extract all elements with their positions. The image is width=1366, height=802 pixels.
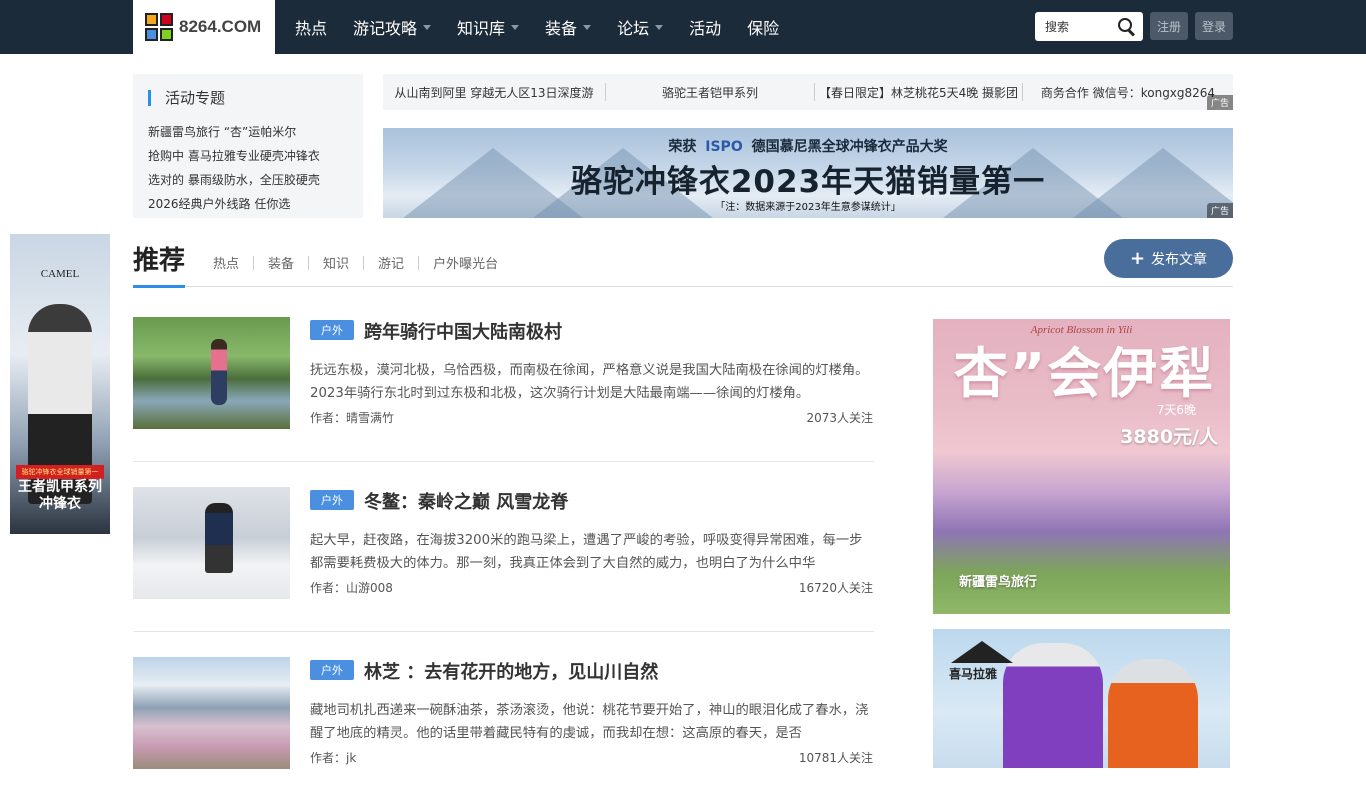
article-author: 作者：晴雪满竹 bbox=[310, 411, 395, 425]
article-title[interactable]: 跨年骑行中国大陆南极村 bbox=[364, 318, 562, 344]
chevron-down-icon bbox=[511, 24, 520, 30]
search-box bbox=[1035, 12, 1143, 41]
article-item: 户外 林芝 ：去有花开的地方，见山川自然 藏地司机扎西递来一碗酥油茶，茶汤滚烫，… bbox=[133, 657, 874, 802]
chevron-down-icon bbox=[655, 24, 664, 30]
tab-knowledge[interactable]: 知识 bbox=[309, 253, 363, 272]
search-icon[interactable] bbox=[1118, 18, 1135, 35]
recommend-section-header: 推荐 热点 装备 知识 游记 户外曝光台 + 发布文章 bbox=[133, 236, 1233, 288]
ad-label: 广告 bbox=[1206, 95, 1233, 110]
article-summary: 抚远东极，漠河北极，乌恰西极，而南极在徐闻，严格意义说是我国大陆南极在徐闻的灯楼… bbox=[310, 363, 869, 401]
banner-advertisement[interactable]: 荣获 ISPO 德国慕尼黑全球冲锋衣产品大奖 骆驼冲锋衣2023年天猫销量第一 … bbox=[383, 128, 1233, 218]
nav-item-gear[interactable]: 装备 bbox=[532, 15, 604, 39]
article-followers: 2073人关注 bbox=[806, 411, 873, 425]
nav-item-insurance[interactable]: 保险 bbox=[734, 15, 792, 39]
category-badge[interactable]: 户外 bbox=[310, 320, 354, 340]
nav-label: 装备 bbox=[545, 19, 578, 38]
banner-award-text: 德国慕尼黑全球冲锋衣产品大奖 bbox=[751, 139, 948, 155]
ad-price: 3880元/人 bbox=[1120, 426, 1218, 448]
chevron-down-icon bbox=[423, 24, 432, 30]
activity-link[interactable]: 2026经典户外线路 任你选 bbox=[148, 192, 348, 216]
nav-label: 论坛 bbox=[617, 19, 650, 38]
activity-link[interactable]: 抢购中 喜马拉雅专业硬壳冲锋衣 bbox=[148, 144, 348, 168]
register-button[interactable]: 注册 bbox=[1150, 12, 1188, 40]
nav-item-events[interactable]: 活动 bbox=[676, 15, 734, 39]
right-advertisement-travel[interactable]: Apricot Blossom in Yili 杏”会伊犁 7天6晚 3880元… bbox=[933, 319, 1230, 614]
publish-article-button[interactable]: + 发布文章 bbox=[1104, 239, 1233, 278]
activity-link[interactable]: 选对的 暴雨级防水，全压胶硬壳 bbox=[148, 168, 348, 192]
article-author: 作者：jk bbox=[310, 751, 357, 765]
activity-topics-box: 活动专题 新疆雷鸟旅行 “杏”运帕米尔 抢购中 喜马拉雅专业硬壳冲锋衣 选对的 … bbox=[133, 74, 363, 218]
banner-award-line: 荣获 ISPO 德国慕尼黑全球冲锋衣产品大奖 bbox=[383, 136, 1233, 156]
divider bbox=[133, 631, 874, 632]
article-item: 户外 冬鳌：秦岭之巅 风雪龙脊 起大早，赶夜路，在海拔3200米的跑马梁上，遭遇… bbox=[133, 487, 874, 632]
article-summary: 藏地司机扎西递来一碗酥油茶，茶汤滚烫，他说：桃花节要开始了，神山的眼泪化成了春水… bbox=[310, 703, 869, 741]
article-summary: 起大早，赶夜路，在海拔3200米的跑马梁上，遭遇了严峻的考验，呼吸变得异常困难，… bbox=[310, 533, 863, 571]
recommend-tabs: 热点 装备 知识 游记 户外曝光台 bbox=[213, 253, 512, 272]
ad-brand: 新疆雷鸟旅行 bbox=[959, 575, 1038, 590]
login-button[interactable]: 登录 bbox=[1195, 12, 1233, 40]
category-badge[interactable]: 户外 bbox=[310, 490, 354, 510]
ad-model-image bbox=[1108, 659, 1198, 768]
right-advertisement-gear[interactable]: 喜马拉雅 bbox=[933, 629, 1230, 768]
mountain-logo-icon bbox=[951, 641, 1013, 663]
nav-item-knowledge[interactable]: 知识库 bbox=[444, 15, 532, 39]
article-title[interactable]: 林芝 ：去有花开的地方，见山川自然 bbox=[364, 658, 658, 684]
main-nav: 热点 游记攻略 知识库 装备 论坛 活动 保险 bbox=[282, 0, 792, 54]
ticker-link[interactable]: 商务合作 微信号：kongxg8264 bbox=[1023, 84, 1233, 101]
ad-duration: 7天6晚 bbox=[1156, 403, 1196, 417]
tab-travelogue[interactable]: 游记 bbox=[364, 253, 418, 272]
ad-brand: 喜马拉雅 bbox=[949, 667, 998, 681]
top-navigation-bar: 8264.COM 热点 游记攻略 知识库 装备 论坛 活动 保险 注册 登录 bbox=[0, 0, 1366, 54]
search-input[interactable] bbox=[1045, 19, 1109, 34]
ad-label: 广告 bbox=[1206, 203, 1233, 218]
site-logo[interactable]: 8264.COM bbox=[133, 0, 275, 54]
section-title: 推荐 bbox=[133, 240, 186, 288]
article-thumbnail[interactable] bbox=[133, 487, 290, 599]
divider bbox=[133, 461, 874, 462]
nav-label: 游记攻略 bbox=[353, 19, 418, 38]
nav-label: 知识库 bbox=[457, 19, 506, 38]
tab-exposure[interactable]: 户外曝光台 bbox=[419, 253, 512, 272]
nav-label: 活动 bbox=[689, 19, 722, 38]
banner-award-prefix: 荣获 bbox=[668, 139, 697, 155]
ad-brand-text: CAMEL bbox=[40, 268, 80, 280]
tab-hot[interactable]: 热点 bbox=[213, 253, 253, 272]
article-author: 作者：山游008 bbox=[310, 581, 393, 595]
article-thumbnail[interactable] bbox=[133, 317, 290, 429]
activity-title: 活动专题 bbox=[148, 90, 348, 106]
side-advertisement[interactable]: CAMEL 骆驼冲锋衣全球销量第一 王者凯甲系列 冲锋衣 bbox=[10, 234, 110, 534]
article-followers: 16720人关注 bbox=[798, 581, 873, 595]
publish-label: 发布文章 bbox=[1151, 251, 1208, 268]
article-item: 户外 跨年骑行中国大陆南极村 抚远东极，漠河北极，乌恰西极，而南极在徐闻，严格意… bbox=[133, 317, 874, 462]
nav-item-hot[interactable]: 热点 bbox=[282, 15, 340, 39]
ad-link-ticker: 从山南到阿里 穿越无人区13日深度游 骆驼王者铠甲系列 【春日限定】林芝桃花5天… bbox=[383, 74, 1233, 110]
nav-item-forum[interactable]: 论坛 bbox=[604, 15, 676, 39]
nav-label: 保险 bbox=[747, 19, 780, 38]
ad-model-image bbox=[1003, 643, 1103, 768]
article-thumbnail[interactable] bbox=[133, 657, 290, 769]
plus-icon: + bbox=[1129, 248, 1146, 269]
nav-label: 热点 bbox=[295, 19, 328, 38]
ticker-link[interactable]: 从山南到阿里 穿越无人区13日深度游 bbox=[383, 84, 605, 101]
banner-note: 「注：数据来源于2023年生意参谋统计」 bbox=[715, 202, 901, 213]
chevron-down-icon bbox=[583, 24, 592, 30]
ad-subheadline: 冲锋衣 bbox=[39, 496, 81, 512]
ad-headline: 杏”会伊犁 bbox=[953, 342, 1216, 405]
category-badge[interactable]: 户外 bbox=[310, 660, 354, 680]
tab-gear[interactable]: 装备 bbox=[254, 253, 308, 272]
activity-link[interactable]: 新疆雷鸟旅行 “杏”运帕米尔 bbox=[148, 120, 348, 144]
ticker-link[interactable]: 骆驼王者铠甲系列 bbox=[606, 84, 814, 101]
article-followers: 10781人关注 bbox=[798, 751, 873, 765]
banner-headline: 骆驼冲锋衣2023年天猫销量第一 bbox=[570, 164, 1046, 200]
logo-text: 8264.COM bbox=[179, 17, 262, 36]
nav-item-travel-guides[interactable]: 游记攻略 bbox=[340, 15, 444, 39]
logo-icon bbox=[145, 13, 173, 41]
ticker-link[interactable]: 【春日限定】林芝桃花5天4晚 摄影团 bbox=[815, 84, 1022, 101]
article-title[interactable]: 冬鳌：秦岭之巅 风雪龙脊 bbox=[364, 488, 568, 514]
ispo-logo: ISPO bbox=[705, 139, 743, 155]
